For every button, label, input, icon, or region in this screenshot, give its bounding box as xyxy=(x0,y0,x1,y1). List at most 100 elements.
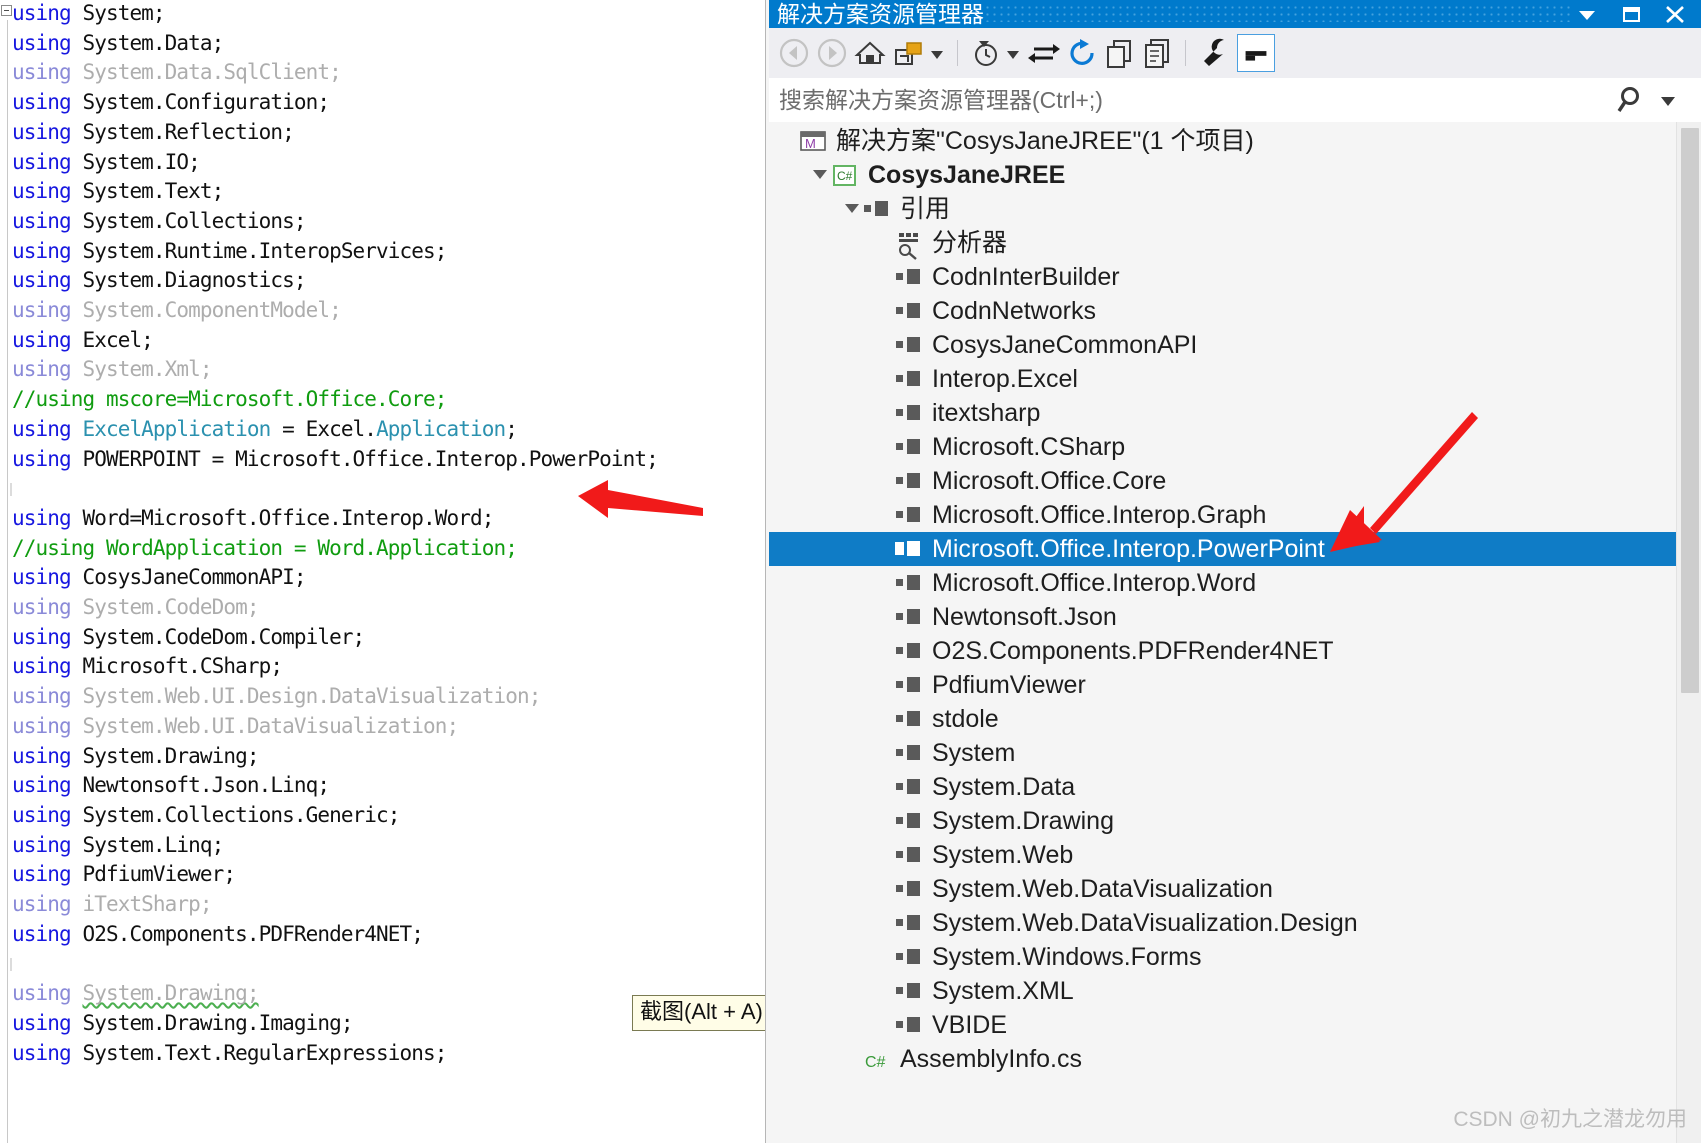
tree-row[interactable]: VBIDE xyxy=(769,1008,1701,1042)
solution-tree[interactable]: M 解决方案"CosysJaneJREE"(1 个项目) C# CosysJaneJR… xyxy=(769,122,1701,1143)
code-line[interactable]: using System.Data.SqlClient; xyxy=(12,58,342,88)
home-button[interactable] xyxy=(853,36,887,70)
solution-view-dropdown[interactable] xyxy=(927,36,947,70)
show-all-files-button[interactable] xyxy=(1103,36,1137,70)
code-line[interactable]: using PdfiumViewer; xyxy=(12,860,236,890)
window-close-button[interactable] xyxy=(1657,0,1693,28)
window-maximize-button[interactable] xyxy=(1613,0,1649,28)
code-line[interactable]: using System.Drawing; xyxy=(12,742,260,772)
tree-row[interactable]: C# CosysJaneJREE xyxy=(769,158,1701,192)
tree-row[interactable]: Microsoft.Office.Interop.Word xyxy=(769,566,1701,600)
tree-row[interactable]: O2S.Components.PDFRender4NET xyxy=(769,634,1701,668)
tree-row[interactable]: 分析器 xyxy=(769,226,1701,260)
tree-row[interactable]: Microsoft.Office.Interop.Graph xyxy=(769,498,1701,532)
code-line[interactable]: using System.Diagnostics; xyxy=(12,266,306,296)
code-line[interactable]: using Word=Microsoft.Office.Interop.Word… xyxy=(12,504,494,534)
search-input[interactable]: 搜索解决方案资源管理器(Ctrl+;) xyxy=(779,86,1103,114)
reference-icon xyxy=(895,566,925,600)
code-token: using xyxy=(12,446,83,471)
code-line[interactable]: using Excel; xyxy=(12,326,154,356)
code-line[interactable]: using System.Configuration; xyxy=(12,88,330,118)
code-line[interactable]: using System.IO; xyxy=(12,148,201,178)
tree-row[interactable]: System.Web.DataVisualization xyxy=(769,872,1701,906)
sync-with-active-document-button[interactable] xyxy=(1027,36,1061,70)
tree-row[interactable]: stdole xyxy=(769,702,1701,736)
code-line[interactable]: using System.Linq; xyxy=(12,831,224,861)
code-line[interactable]: using Newtonsoft.Json.Linq; xyxy=(12,771,330,801)
solution-explorer-toolbar[interactable] xyxy=(769,28,1701,79)
pending-changes-button[interactable] xyxy=(969,36,1003,70)
code-line[interactable]: //using WordApplication = Word.Applicati… xyxy=(12,534,518,564)
tree-item-label: CodnNetworks xyxy=(932,297,1096,325)
tree-row-selected[interactable]: Microsoft.Office.Interop.PowerPoint xyxy=(769,532,1701,566)
solution-explorer-searchbar[interactable]: 搜索解决方案资源管理器(Ctrl+;) xyxy=(769,78,1701,123)
code-line[interactable]: using System.Drawing.Imaging; xyxy=(12,1009,353,1039)
solution-folder-icon xyxy=(895,42,922,65)
search-dropdown-icon[interactable] xyxy=(1657,83,1679,117)
code-line[interactable]: using System; xyxy=(12,0,166,29)
code-line[interactable]: using CosysJaneCommonAPI; xyxy=(12,563,306,593)
forward-button[interactable] xyxy=(815,36,849,70)
code-line[interactable]: using System.Data; xyxy=(12,29,224,59)
code-line[interactable]: using System.ComponentModel; xyxy=(12,296,342,326)
search-icon[interactable] xyxy=(1615,83,1649,117)
tree-row[interactable]: Microsoft.CSharp xyxy=(769,430,1701,464)
expander-open-icon[interactable] xyxy=(809,158,831,192)
reference-icon xyxy=(895,328,925,362)
code-line[interactable]: using System.Collections.Generic; xyxy=(12,801,400,831)
tree-row[interactable]: CosysJaneCommonAPI xyxy=(769,328,1701,362)
collapse-all-button[interactable] xyxy=(1237,34,1275,72)
code-line[interactable]: using System.Xml; xyxy=(12,355,213,385)
tree-row[interactable]: Microsoft.Office.Core xyxy=(769,464,1701,498)
tree-row[interactable]: System.XML xyxy=(769,974,1701,1008)
tree-row[interactable]: System.Windows.Forms xyxy=(769,940,1701,974)
code-line[interactable]: using System.Text; xyxy=(12,177,224,207)
tree-row[interactable]: Newtonsoft.Json xyxy=(769,600,1701,634)
code-line[interactable]: using System.Web.UI.DataVisualization; xyxy=(12,712,459,742)
tree-row[interactable]: Interop.Excel xyxy=(769,362,1701,396)
tree-row[interactable]: CodnNetworks xyxy=(769,294,1701,328)
tree-row[interactable]: System.Data xyxy=(769,770,1701,804)
code-line[interactable]: using System.Reflection; xyxy=(12,118,295,148)
solution-explorer-panel[interactable]: 解决方案资源管理器 搜索解决方案资源管理器(Ctrl+;) M 解决方案"Cos… xyxy=(765,0,1701,1143)
window-dropdown-button[interactable] xyxy=(1569,0,1605,28)
reference-icon xyxy=(863,192,893,226)
code-line[interactable]: using POWERPOINT = Microsoft.Office.Inte… xyxy=(12,445,659,475)
code-line[interactable]: using System.Collections; xyxy=(12,207,306,237)
code-line[interactable]: using System.Web.UI.Design.DataVisualiza… xyxy=(12,682,541,712)
collapse-region-toggle[interactable] xyxy=(1,5,12,16)
tree-row[interactable]: PdfiumViewer xyxy=(769,668,1701,702)
tree-row[interactable]: System xyxy=(769,736,1701,770)
preview-selected-items-button[interactable] xyxy=(1141,36,1175,70)
tree-row[interactable]: System.Drawing xyxy=(769,804,1701,838)
properties-button[interactable] xyxy=(1199,36,1233,70)
scrollbar-thumb[interactable] xyxy=(1681,128,1699,693)
toolbar-separator xyxy=(957,40,958,66)
code-line[interactable]: //using mscore=Microsoft.Office.Core; xyxy=(12,385,447,415)
tree-row[interactable]: 引用 xyxy=(769,192,1701,226)
solution-view-button[interactable] xyxy=(891,36,925,70)
expander-open-icon[interactable] xyxy=(841,192,863,226)
code-line[interactable]: using System.CodeDom.Compiler; xyxy=(12,623,365,653)
tree-row[interactable]: CodnInterBuilder xyxy=(769,260,1701,294)
refresh-button[interactable] xyxy=(1065,36,1099,70)
titlebar-drag-dots[interactable] xyxy=(984,4,1571,22)
code-editor[interactable]: using System; using System.Data; using Sys… xyxy=(0,0,765,1143)
tree-row[interactable]: System.Web.DataVisualization.Design xyxy=(769,906,1701,940)
solution-tree-scrollbar[interactable] xyxy=(1676,122,1701,1143)
code-line[interactable]: using Microsoft.CSharp; xyxy=(12,652,283,682)
tree-row[interactable]: System.Web xyxy=(769,838,1701,872)
pending-changes-dropdown[interactable] xyxy=(1003,36,1023,70)
code-line[interactable]: using O2S.Components.PDFRender4NET; xyxy=(12,920,424,950)
back-button[interactable] xyxy=(777,36,811,70)
code-line[interactable]: using System.Runtime.InteropServices; xyxy=(12,237,447,267)
tree-row[interactable]: itextsharp xyxy=(769,396,1701,430)
code-line[interactable]: using ExcelApplication = Excel.Applicati… xyxy=(12,415,518,445)
code-line[interactable]: using System.CodeDom; xyxy=(12,593,260,623)
tree-row[interactable]: M 解决方案"CosysJaneJREE"(1 个项目) xyxy=(769,124,1701,158)
tree-item-label: Microsoft.Office.Interop.Word xyxy=(932,569,1257,597)
code-line[interactable]: using System.Drawing; xyxy=(12,979,260,1009)
code-line[interactable]: using System.Text.RegularExpressions; xyxy=(12,1039,447,1069)
code-line[interactable]: using iTextSharp; xyxy=(12,890,213,920)
tree-row[interactable]: C# AssemblyInfo.cs xyxy=(769,1042,1701,1076)
